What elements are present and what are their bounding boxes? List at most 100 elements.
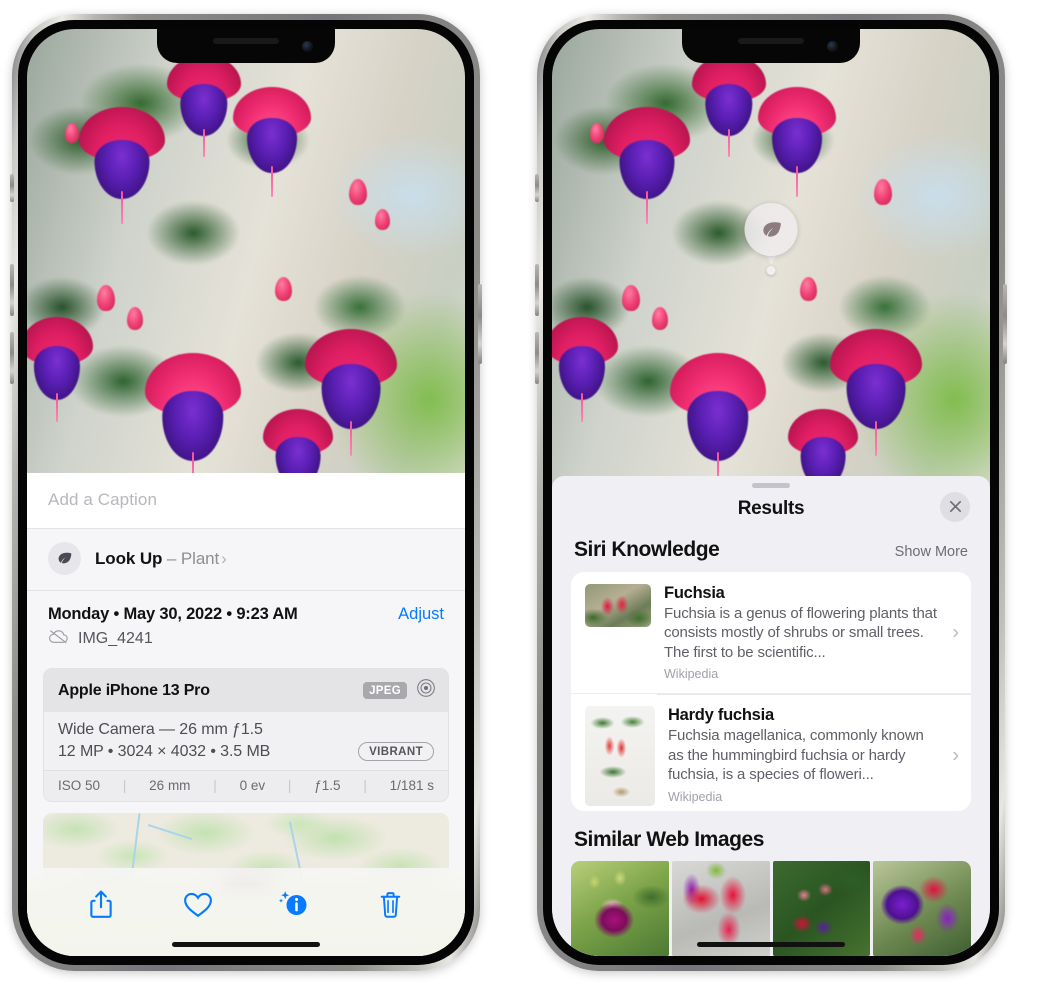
home-indicator[interactable] [172,942,320,947]
power-button[interactable] [1003,284,1007,364]
chevron-right-icon: › [952,621,959,644]
notch [682,29,860,63]
silent-switch[interactable] [535,174,539,202]
flower-bud [874,179,892,205]
screen-left: Add a Caption ✦ ✦ Look Up – Plant› [27,29,465,956]
icloud-slash-icon [48,629,69,649]
knowledge-title: Hardy fuchsia [668,706,774,725]
photo-date: Monday • May 30, 2022 • 9:23 AM [48,605,298,623]
knowledge-thumbnail [585,706,655,807]
photographic-style-badge: VIBRANT [358,742,434,761]
info-button[interactable] [272,882,316,926]
adjust-button[interactable]: Adjust [398,605,444,624]
look-up-label: Look Up – Plant › [95,548,227,568]
notch [157,29,335,63]
knowledge-item[interactable]: Fuchsia Fuchsia is a genus of flowering … [571,572,971,694]
leaf-icon [48,542,81,575]
flower [604,107,690,225]
flower-bud [622,285,640,311]
flower-bud [97,285,115,311]
leaf-icon[interactable] [744,203,798,256]
camera-info-card: Apple iPhone 13 Pro JPEG Wide Camera — 2… [43,668,449,802]
flower-bud [800,277,817,301]
flower [27,317,93,422]
volume-up-button[interactable] [535,264,539,316]
exif-focal: 26 mm [149,778,191,793]
flower [167,55,241,158]
chevron-right-icon: › [952,744,959,767]
home-indicator[interactable] [697,942,845,947]
aperture-icon [416,678,436,703]
device-bezel-left: Add a Caption ✦ ✦ Look Up – Plant› [18,20,474,965]
results-title: Results [737,497,805,519]
exif-row: ISO 50 | 26 mm | 0 ev | ƒ1.5 | 1/181 s [44,770,448,801]
delete-button[interactable] [369,882,413,926]
similar-image-thumbnail[interactable] [571,861,669,956]
look-up-row[interactable]: ✦ ✦ Look Up – Plant› [27,524,465,590]
knowledge-title: Fuchsia [664,583,725,602]
earpiece-speaker [738,38,804,44]
exif-shutter: 1/181 s [389,778,434,793]
device-bezel-right: Results Siri Knowledge Show More Fuchsia… [543,20,999,965]
knowledge-description: Fuchsia is a genus of flowering plants t… [664,604,937,661]
flower-bud [349,179,367,205]
volume-down-button[interactable] [535,332,539,384]
lens-info: Wide Camera — 26 mm ƒ1.5 [58,721,263,738]
caption-input[interactable]: Add a Caption [27,473,465,528]
knowledge-item[interactable]: Hardy fuchsia Fuchsia magellanica, commo… [571,693,971,811]
sparkle-icon: ✦ [27,522,28,542]
show-more-button[interactable]: Show More [895,544,968,560]
screen-right: Results Siri Knowledge Show More Fuchsia… [552,29,990,956]
camera-device-name: Apple iPhone 13 Pro [58,681,210,699]
flower-bud [652,307,668,330]
volume-up-button[interactable] [10,264,14,316]
flower [233,87,311,197]
flower-bud [275,277,292,301]
flower-bud [65,123,79,143]
exif-divider: | [122,778,127,793]
results-header: Results [552,488,990,536]
power-button[interactable] [478,284,482,364]
exif-divider: | [213,778,217,793]
screenshot-canvas: Add a Caption ✦ ✦ Look Up – Plant› [0,0,1055,985]
favorite-button[interactable] [176,882,220,926]
exif-aperture: ƒ1.5 [314,778,341,793]
format-badge: JPEG [363,682,407,699]
knowledge-description: Fuchsia magellanica, commonly known as t… [668,727,924,784]
volume-down-button[interactable] [10,332,14,384]
exif-divider: | [363,778,367,793]
share-button[interactable] [79,882,123,926]
flower [145,353,241,490]
similar-image-thumbnail[interactable] [873,861,971,956]
camera-card-body: Wide Camera — 26 mm ƒ1.5 12 MP • 3024 × … [44,712,448,770]
siri-knowledge-title: Siri Knowledge [574,537,720,561]
flower [670,353,766,490]
badge-anchor-dot [766,266,776,275]
close-icon[interactable] [940,491,970,522]
siri-knowledge-header: Siri Knowledge Show More [552,536,990,572]
camera-card-header: Apple iPhone 13 Pro JPEG [44,669,448,712]
visual-look-up-badge[interactable] [744,203,798,275]
photo-metadata: Monday • May 30, 2022 • 9:23 AM Adjust I… [27,590,465,658]
results-sheet: Results Siri Knowledge Show More Fuchsia… [552,476,990,956]
knowledge-thumbnail [585,583,651,627]
front-camera-icon [302,41,313,52]
iphone-device-left: Add a Caption ✦ ✦ Look Up – Plant› [10,14,482,971]
flower [79,107,165,225]
flower-bud [375,209,390,230]
flower-bud [590,123,604,143]
exif-iso: ISO 50 [58,778,101,793]
flower [692,55,766,158]
flower [758,87,836,197]
front-camera-icon [827,41,838,52]
exif-exposure: 0 ev [239,778,266,793]
iphone-device-right: Results Siri Knowledge Show More Fuchsia… [535,14,1007,971]
flower [552,317,618,422]
earpiece-speaker [213,38,279,44]
similar-images-header: Similar Web Images [552,811,990,861]
exif-divider: | [287,778,292,793]
resolution-info: 12 MP • 3024 × 4032 • 3.5 MB [58,742,271,760]
silent-switch[interactable] [10,174,14,202]
photo-filename: IMG_4241 [78,630,153,647]
knowledge-source: Wikipedia [664,667,719,682]
